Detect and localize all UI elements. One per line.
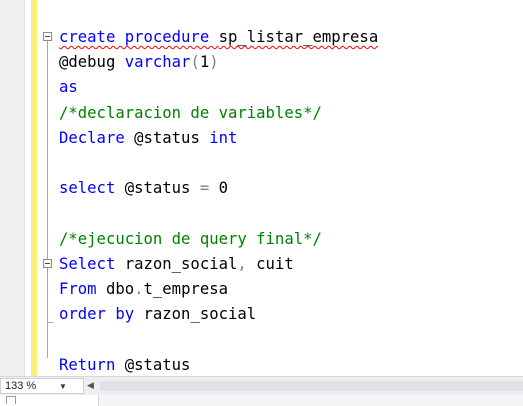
horizontal-scrollbar[interactable] [100, 381, 523, 391]
code-line[interactable]: order by razon_social [59, 302, 256, 327]
code-token: @status [134, 128, 210, 147]
code-line[interactable]: @debug varchar(1) [59, 50, 219, 75]
code-line[interactable]: select @status = 0 [59, 176, 228, 201]
code-line[interactable]: Return @status [59, 353, 190, 376]
code-token: sp_listar_empresa [218, 28, 379, 46]
gutter-divider [24, 0, 25, 376]
code-token: razon_social [143, 305, 257, 324]
outline-guide-procedure [47, 41, 48, 358]
code-line[interactable]: /*declaracion de variables*/ [59, 101, 322, 126]
results-tab[interactable] [0, 395, 99, 406]
code-token: @status [124, 355, 191, 374]
code-line[interactable]: From dbo.t_empresa [59, 277, 228, 302]
collapse-procedure-icon[interactable] [43, 32, 52, 41]
collapse-select-icon[interactable] [43, 259, 52, 268]
code-token: 1 [199, 53, 210, 72]
code-token: = [199, 179, 210, 198]
editor-status-bar: 133 % ▼ ◀ [0, 376, 523, 395]
code-token: ( [190, 53, 200, 72]
tab-icon [6, 396, 16, 404]
code-token: From [59, 280, 106, 298]
code-token: /*ejecucion de query final*/ [59, 229, 322, 248]
code-line[interactable]: Select razon_social, cuit [59, 252, 294, 277]
code-token: cuit [246, 254, 294, 273]
code-token: 0 [209, 179, 228, 198]
bottom-panel-strip [0, 395, 523, 406]
selection-margin[interactable] [0, 0, 25, 376]
code-token: , [237, 254, 247, 273]
code-token: . [134, 280, 144, 298]
code-token: dbo [105, 280, 135, 298]
code-token: as [59, 78, 78, 97]
code-token: Select [59, 254, 125, 273]
code-token: /*declaracion de variables*/ [59, 103, 322, 122]
code-token: int [209, 128, 238, 147]
code-token: Return [59, 355, 125, 374]
code-line[interactable]: create procedure sp_listar_empresa [59, 25, 378, 50]
code-line[interactable]: Declare @status int [59, 126, 237, 151]
code-line[interactable]: as [59, 75, 78, 100]
code-token: @debug [59, 53, 125, 72]
code-token: t_empresa [143, 280, 229, 298]
zoom-level: 133 % [5, 380, 37, 392]
outline-end-select [47, 322, 53, 323]
code-editor[interactable]: create procedure sp_listar_empresa @debug… [0, 0, 523, 376]
code-token: razon_social [124, 254, 238, 273]
code-token: Declare [59, 128, 135, 147]
zoom-dropdown[interactable]: 133 % ▼ [0, 378, 84, 394]
code-token: select [59, 179, 125, 198]
code-line[interactable]: /*ejecucion de query final*/ [59, 227, 322, 252]
code-token: create procedure [59, 28, 219, 46]
chevron-down-icon[interactable]: ▼ [59, 380, 67, 393]
code-token: order by [59, 305, 144, 324]
code-token: varchar [124, 53, 191, 72]
scroll-left-icon[interactable]: ◀ [87, 379, 94, 392]
change-tracking-bar [31, 0, 37, 376]
code-token: ) [209, 53, 219, 72]
code-token: @status [124, 179, 200, 198]
